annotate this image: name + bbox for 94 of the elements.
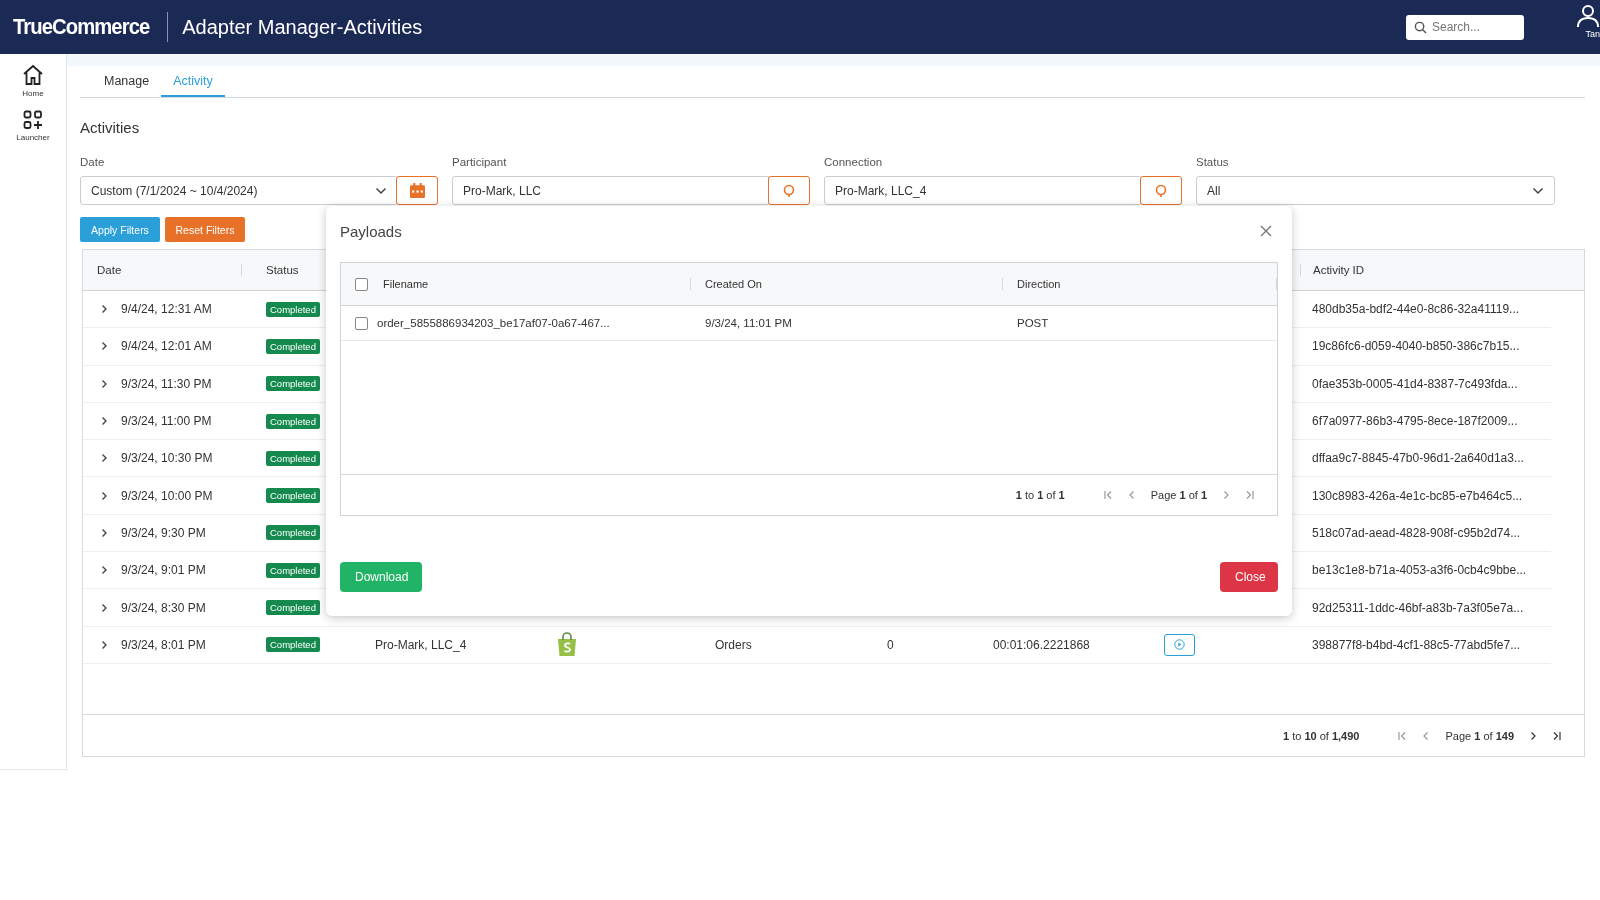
- activity-id-cell-text: 0fae353b-0005-41d4-8387-7c493fda...: [1311, 376, 1519, 391]
- dropdown[interactable]: Custom (7/1/2024 ~ 10/4/2024): [80, 176, 398, 205]
- status-badge: Completed: [266, 562, 320, 578]
- direction-cell-text: POST: [1016, 317, 1050, 329]
- expand-chevron-icon[interactable]: [101, 639, 108, 650]
- column-header: Filename: [382, 278, 430, 290]
- section-title: Activities: [80, 119, 141, 138]
- dropdown[interactable]: All: [1196, 176, 1555, 205]
- activity-id-cell-text: 518c07ad-aead-4828-908f-c95b2d74...: [1311, 525, 1522, 540]
- date-cell: 9/4/24, 12:01 AM: [121, 339, 212, 354]
- tab[interactable]: Manage: [92, 66, 162, 97]
- search-icon: [1154, 183, 1168, 198]
- expand-chevron-icon[interactable]: [101, 602, 108, 613]
- activity-id-cell-text: dffaa9c7-8845-47b0-96d1-2a640d1a3...: [1311, 451, 1525, 466]
- calendar-icon: [409, 183, 425, 198]
- play-icon: [1174, 639, 1185, 651]
- filter-label: Status: [1196, 156, 1230, 168]
- date-cell: 9/3/24, 9:01 PM: [121, 563, 206, 578]
- close-button[interactable]: Close: [1220, 562, 1278, 592]
- expand-chevron-icon[interactable]: [101, 416, 108, 427]
- filter-label: Connection: [824, 156, 884, 168]
- column-header: Activity ID: [1300, 264, 1551, 276]
- lookup-field[interactable]: Pro-Mark, LLC_4: [824, 176, 1142, 205]
- lookup-field[interactable]: Pro-Mark, LLC: [452, 176, 770, 205]
- row-range: 1 to 10 of 1,490: [1282, 729, 1360, 742]
- expand-chevron-icon[interactable]: [101, 527, 108, 538]
- next-page-icon[interactable]: [1528, 730, 1538, 741]
- chevron-down-icon: [375, 186, 387, 195]
- count-cell: 0: [887, 637, 894, 652]
- status-badge: Completed: [266, 525, 320, 541]
- status-badge: Completed: [266, 488, 320, 504]
- activity-id-cell-text: 19c86fc6-d059-4040-b850-386c7b15...: [1311, 339, 1521, 354]
- date-cell: 9/3/24, 11:00 PM: [121, 414, 212, 429]
- expand-chevron-icon[interactable]: [101, 565, 108, 576]
- expand-chevron-icon[interactable]: [101, 304, 108, 315]
- close-icon[interactable]: [1260, 225, 1272, 237]
- view-button[interactable]: [1164, 633, 1195, 656]
- filter-label: Date: [80, 156, 106, 168]
- activity-id-cell-text: be13c1e8-b71a-4053-a3f6-0cb4c9bbe...: [1311, 563, 1528, 578]
- page-indicator: Page 1 of 1: [1150, 489, 1207, 501]
- activity-id-cell-text: 92d25311-1ddc-46bf-a83b-7a3f05e7a...: [1311, 600, 1525, 615]
- search-button[interactable]: [1140, 176, 1182, 205]
- search-button[interactable]: [768, 176, 810, 205]
- dialog-title: Payloads: [340, 222, 402, 240]
- column-header: Status: [265, 264, 300, 276]
- sidebar-item[interactable]: Home: [0, 64, 66, 110]
- duration-cell: 00:01:06.2221868: [993, 637, 1090, 652]
- column-header: Created On: [690, 278, 1002, 290]
- type-cell: Orders: [715, 637, 752, 652]
- column-header: Date: [83, 264, 242, 276]
- logo: TrueCommerce: [13, 14, 150, 40]
- chevron-down-icon: [1532, 186, 1544, 195]
- expand-chevron-icon[interactable]: [101, 341, 108, 352]
- activity-id-cell-text: 130c8983-426a-4e1c-bc85-e7b464c5...: [1311, 488, 1524, 503]
- status-badge: Completed: [266, 600, 320, 615]
- activity-id-cell-text: 480db35a-bdf2-44e0-8c86-32a41119...: [1311, 302, 1521, 317]
- user-icon[interactable]: [1576, 4, 1600, 28]
- status-badge: Completed: [266, 376, 320, 392]
- last-page-icon[interactable]: [1552, 730, 1562, 741]
- date-cell: 9/3/24, 10:30 PM: [121, 451, 213, 466]
- column-header: Direction: [1002, 278, 1277, 290]
- home-icon: [22, 64, 44, 86]
- app-title: Adapter Manager-Activities: [182, 15, 423, 39]
- shopping-bag-icon: [556, 632, 578, 658]
- expand-chevron-icon[interactable]: [101, 490, 108, 501]
- filename-cell-text: order_5855886934203_be17af07-0a67-467...: [377, 317, 611, 329]
- expand-chevron-icon[interactable]: [101, 453, 108, 464]
- status-badge: Completed: [266, 413, 320, 429]
- user-name: Tan: [1585, 29, 1600, 39]
- date-cell: 9/4/24, 12:31 AM: [121, 302, 212, 317]
- date-cell: 9/3/24, 8:30 PM: [121, 600, 206, 615]
- launcher-icon: [23, 110, 43, 130]
- date-cell: 9/3/24, 9:30 PM: [121, 525, 206, 540]
- status-badge: Completed: [266, 338, 320, 354]
- date-cell: 9/3/24, 10:00 PM: [121, 488, 213, 503]
- participant-cell: Pro-Mark, LLC_4: [375, 637, 467, 652]
- status-badge: Completed: [266, 450, 320, 466]
- search-field[interactable]: Search...: [1406, 14, 1524, 40]
- filter-label: Participant: [452, 156, 508, 168]
- expand-chevron-icon[interactable]: [101, 378, 108, 389]
- select-all-checkbox[interactable]: [355, 277, 368, 291]
- activity-id-cell-text: 6f7a0977-86b3-4795-8ece-187f2009...: [1311, 414, 1519, 429]
- sidebar-item[interactable]: Launcher: [0, 110, 66, 154]
- status-badge: Completed: [266, 637, 320, 653]
- date-cell: 9/3/24, 11:30 PM: [121, 376, 212, 391]
- row-checkbox[interactable]: [355, 316, 368, 330]
- activity-id-cell-text: 398877f8-b4bd-4cf1-88c5-77abd5fe7...: [1311, 637, 1522, 652]
- page-indicator: Page 1 of 149: [1445, 729, 1514, 742]
- created-on-cell-text: 9/3/24, 11:01 PM: [704, 317, 793, 329]
- status-badge: Completed: [266, 301, 320, 317]
- date-cell: 9/3/24, 8:01 PM: [121, 637, 206, 652]
- calendar-button[interactable]: [396, 176, 438, 205]
- row-range: 1 to 1 of 1: [1015, 489, 1065, 501]
- search-icon: [782, 183, 796, 198]
